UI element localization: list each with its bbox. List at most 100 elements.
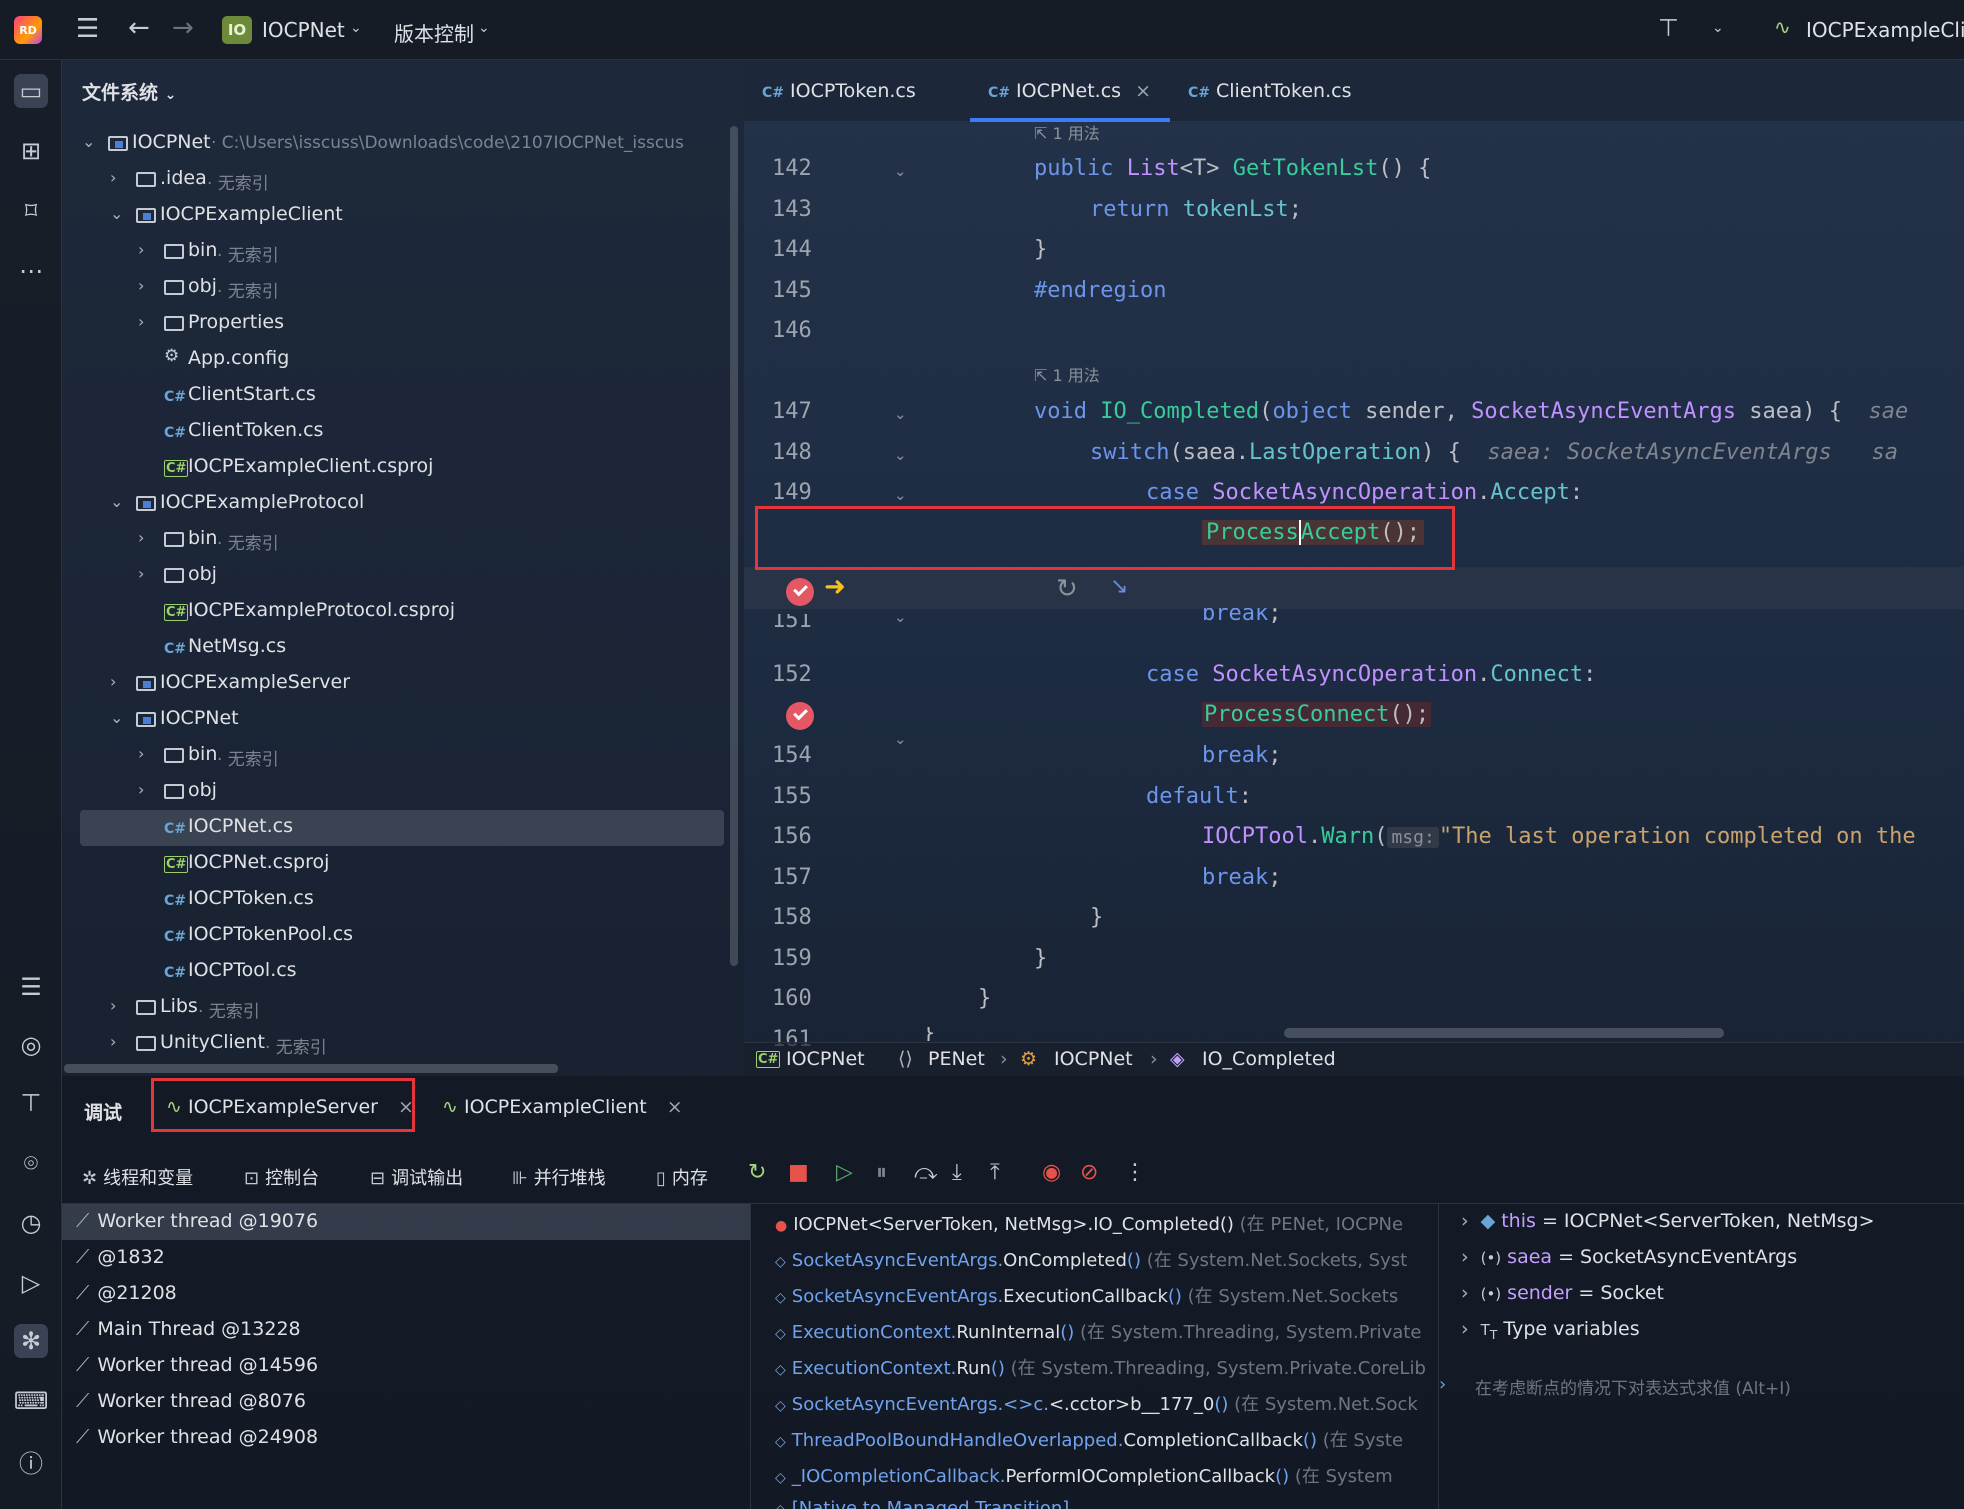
bookmark-icon[interactable]: ⌑: [14, 194, 48, 228]
tree-item[interactable]: C# ClientToken.cs: [62, 414, 744, 450]
tree-item[interactable]: C# IOCPTokenPool.cs: [62, 918, 744, 954]
tree-item[interactable]: ⌄ IOCPNet: [62, 702, 744, 738]
thread-item[interactable]: ⟋ Main Thread @13228: [76, 1318, 301, 1340]
tree-item[interactable]: ⌄ IOCPExampleClient: [62, 198, 744, 234]
fold-chevron-icon[interactable]: ⌄: [894, 162, 907, 180]
expand-chevron-icon[interactable]: ›: [1461, 1318, 1469, 1340]
tree-item[interactable]: › bin · 无索引: [62, 522, 744, 558]
session-tab-server[interactable]: ∿ IOCPExampleServer ×: [166, 1096, 414, 1118]
step-into-cursor-icon[interactable]: ↘: [1110, 574, 1128, 599]
chevron-right-icon[interactable]: ›: [110, 168, 116, 187]
tree-item[interactable]: › .idea · 无索引: [62, 162, 744, 198]
hamburger-menu-icon[interactable]: ☰: [76, 14, 99, 44]
tab-iocptoken[interactable]: C# IOCPToken.cs: [762, 80, 916, 102]
tab-debug-output[interactable]: ⊟ 调试输出: [370, 1164, 463, 1190]
mute-breakpoints-icon[interactable]: ⊘: [1080, 1160, 1098, 1185]
usage-hint[interactable]: ⇱ 1 用法: [1034, 120, 1100, 144]
chevron-down-icon[interactable]: ⌄: [1712, 20, 1724, 36]
variable-saea[interactable]: › (•) saea = SocketAsyncEventArgs: [1461, 1246, 1797, 1268]
stack-frame[interactable]: ◇ ExecutionContext.Run() (在 System.Thread…: [775, 1354, 1426, 1380]
tree-item[interactable]: › obj: [62, 774, 744, 810]
chevron-down-icon[interactable]: ⌄: [110, 204, 123, 223]
tree-item[interactable]: › UnityClient · 无索引: [62, 1026, 744, 1062]
chevron-down-icon[interactable]: ⌄: [110, 492, 123, 511]
thread-item[interactable]: ⟋ Worker thread @19076: [76, 1210, 318, 1232]
terminal-icon[interactable]: ⌨: [14, 1384, 49, 1418]
chevron-right-icon[interactable]: ›: [138, 276, 144, 295]
fold-chevron-icon[interactable]: ⌄: [894, 608, 907, 626]
tab-parallel-stacks[interactable]: ⊪ 并行堆栈: [512, 1164, 606, 1190]
chevron-right-icon[interactable]: ›: [110, 1032, 116, 1051]
thread-item[interactable]: ⟋ @21208: [76, 1282, 177, 1304]
variable-this[interactable]: › ◆ this = IOCPNet<ServerToken, NetMsg>: [1461, 1210, 1875, 1232]
tab-clienttoken[interactable]: C# ClientToken.cs: [1188, 80, 1351, 102]
chevron-right-icon[interactable]: ›: [138, 744, 144, 763]
list-icon[interactable]: ☰: [14, 970, 48, 1004]
run-icon[interactable]: ▷: [14, 1266, 48, 1300]
expand-chevron-icon[interactable]: ›: [1461, 1246, 1469, 1268]
stop-icon[interactable]: ■: [788, 1160, 809, 1185]
step-over-icon[interactable]: ⤼: [914, 1160, 938, 1185]
thread-item[interactable]: ⟋ Worker thread @24908: [76, 1426, 318, 1448]
step-into-icon[interactable]: ⤓: [952, 1160, 962, 1185]
debug-bug-icon[interactable]: ✻: [14, 1324, 48, 1358]
variable-type-variables[interactable]: › TT Type variables: [1461, 1318, 1640, 1342]
forward-arrow-icon[interactable]: →: [172, 13, 194, 43]
close-icon[interactable]: ×: [667, 1096, 683, 1118]
stack-frame[interactable]: ● IOCPNet<ServerToken, NetMsg>.IO_Complet…: [775, 1210, 1403, 1236]
chevron-down-icon[interactable]: ⌄: [350, 20, 362, 36]
database-icon[interactable]: ⌾: [14, 1146, 48, 1180]
tree-item[interactable]: C# IOCPExampleProtocol.csproj: [62, 594, 744, 630]
project-name[interactable]: IOCPNet: [262, 18, 345, 42]
project-badge[interactable]: IO: [222, 16, 252, 44]
close-icon[interactable]: ×: [1135, 80, 1151, 102]
fold-chevron-icon[interactable]: ⌄: [894, 486, 907, 504]
folder-icon[interactable]: ▭: [14, 74, 48, 108]
chevron-right-icon[interactable]: ›: [138, 780, 144, 799]
view-breakpoints-icon[interactable]: ◉: [1042, 1160, 1061, 1185]
variable-sender[interactable]: › (•) sender = Socket: [1461, 1282, 1664, 1304]
tab-threads-variables[interactable]: ✲ 线程和变量: [82, 1164, 193, 1190]
more-vertical-icon[interactable]: ⋮: [1124, 1160, 1146, 1185]
tree-item[interactable]: › obj: [62, 558, 744, 594]
breadcrumb-project[interactable]: IOCPNet: [786, 1048, 865, 1070]
step-out-icon[interactable]: ⤒: [990, 1160, 1000, 1185]
tree-horizontal-scrollbar[interactable]: [64, 1064, 558, 1073]
chevron-right-icon[interactable]: ›: [110, 996, 116, 1015]
fold-chevron-icon[interactable]: ⌄: [894, 405, 907, 423]
tree-item[interactable]: C# IOCPNet.csproj: [62, 846, 744, 882]
chevron-right-icon[interactable]: ›: [138, 312, 144, 331]
tree-item[interactable]: › bin · 无索引: [62, 234, 744, 270]
tree-item[interactable]: C# IOCPTool.cs: [62, 954, 744, 990]
step-back-icon[interactable]: ↻: [1056, 574, 1078, 604]
build-icon[interactable]: ⊤: [14, 1086, 48, 1120]
tab-iocpnet[interactable]: C# IOCPNet.cs ×: [988, 80, 1151, 102]
more-icon[interactable]: ⋯: [14, 254, 48, 288]
chevron-down-icon[interactable]: ⌄: [478, 20, 490, 36]
thread-item[interactable]: ⟋ Worker thread @14596: [76, 1354, 318, 1376]
stack-frame[interactable]: ◇ ExecutionContext.RunInternal() (在 Syste…: [775, 1318, 1421, 1344]
back-arrow-icon[interactable]: ←: [128, 13, 150, 43]
session-tab-client[interactable]: ∿ IOCPExampleClient ×: [442, 1096, 683, 1118]
expand-chevron-icon[interactable]: ›: [1461, 1210, 1469, 1232]
chevron-down-icon[interactable]: ⌄: [82, 132, 95, 151]
stack-frame[interactable]: ◇ _IOCompletionCallback.PerformIOCompleti…: [775, 1462, 1393, 1488]
vcs-menu[interactable]: 版本控制: [394, 18, 474, 47]
fold-chevron-icon[interactable]: ⌄: [894, 730, 907, 748]
services-icon[interactable]: ◎: [14, 1028, 48, 1062]
tree-vertical-scrollbar[interactable]: [730, 126, 738, 966]
chevron-right-icon[interactable]: ›: [138, 240, 144, 259]
pause-icon[interactable]: ⏸: [876, 1160, 887, 1185]
tree-item[interactable]: C# IOCPExampleClient.csproj: [62, 450, 744, 486]
chevron-right-icon[interactable]: ›: [138, 564, 144, 583]
chevron-right-icon[interactable]: ›: [138, 528, 144, 547]
tree-item[interactable]: ⌄ IOCPNet · C:\Users\isscuss\Downloads\co…: [62, 126, 744, 162]
profiler-icon[interactable]: ◷: [14, 1206, 48, 1240]
fold-chevron-icon[interactable]: ⌄: [894, 446, 907, 464]
stack-frame[interactable]: ◇ [Native to Managed Transition]: [775, 1498, 1069, 1509]
tab-memory[interactable]: ▯ 内存: [656, 1164, 708, 1190]
breadcrumb-method[interactable]: IO_Completed: [1202, 1048, 1336, 1070]
thread-item[interactable]: ⟋ Worker thread @8076: [76, 1390, 306, 1412]
thread-item[interactable]: ⟋ @1832: [76, 1246, 165, 1268]
tree-item[interactable]: ⌄ IOCPExampleProtocol: [62, 486, 744, 522]
